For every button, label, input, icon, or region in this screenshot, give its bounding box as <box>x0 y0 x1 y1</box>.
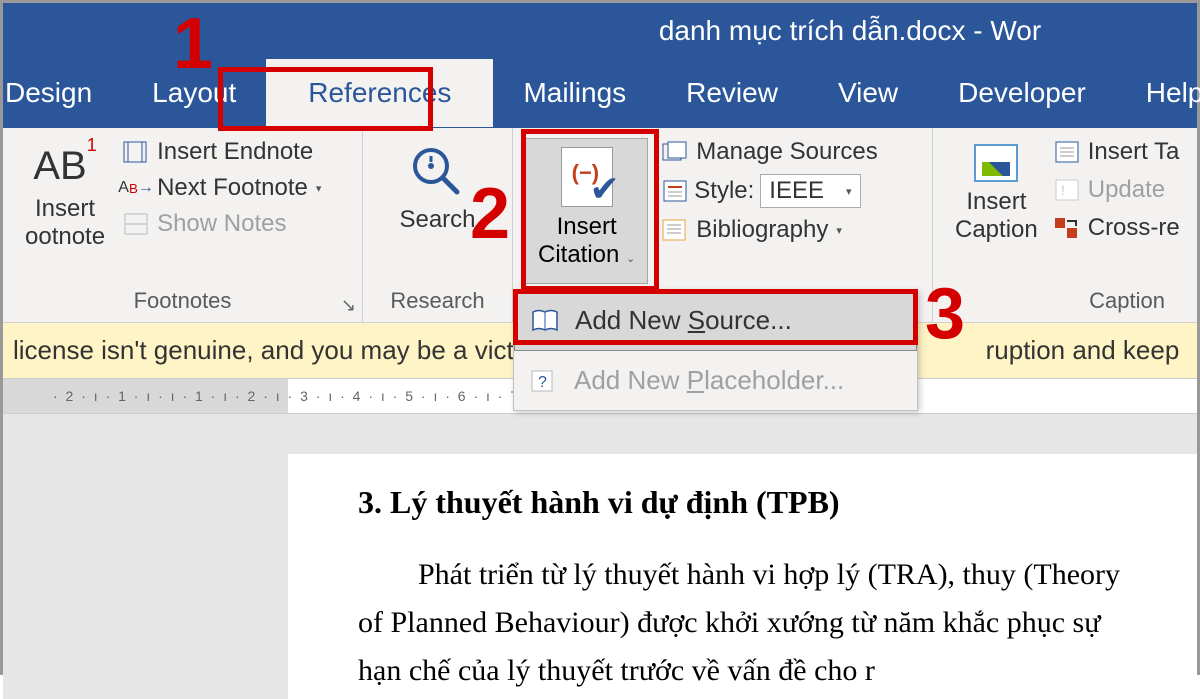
search-label: Search <box>399 206 475 234</box>
manage-sources-button[interactable]: Manage Sources <box>662 138 877 166</box>
chevron-down-icon: ⌄ <box>626 253 635 265</box>
table-figures-icon <box>1054 140 1080 164</box>
insert-endnote-button[interactable]: Insert Endnote <box>123 138 321 166</box>
style-label: Style: <box>694 177 754 205</box>
chevron-down-icon: ▾ <box>846 185 852 198</box>
svg-text:?: ? <box>538 374 547 391</box>
insert-table-figures-button[interactable]: Insert Ta <box>1054 138 1180 166</box>
tab-design[interactable]: Design <box>3 59 122 127</box>
add-new-source-item[interactable]: Add New Source... <box>514 290 917 351</box>
footnote-icon: AB1 <box>33 144 96 189</box>
document-heading: 3. Lý thuyết hành vi dự định (TPB) <box>358 484 1127 521</box>
show-notes-button[interactable]: Show Notes <box>123 210 321 238</box>
tab-layout[interactable]: Layout <box>122 59 266 127</box>
citation-style-selector[interactable]: Style: IEEE ▾ <box>662 174 877 208</box>
caption-icon <box>974 144 1018 182</box>
update-label: Update <box>1088 176 1165 204</box>
insert-citation-label2: Citation <box>538 241 619 268</box>
next-footnote-label: Next Footnote <box>157 174 308 202</box>
endnote-icon <box>123 140 149 164</box>
tab-help[interactable]: Help <box>1116 59 1200 127</box>
insert-citation-dropdown: Add New Source... ? Add New Placeholder.… <box>513 289 918 411</box>
warning-text-right: ruption and keep <box>986 335 1180 365</box>
insert-caption-label1: Insert <box>966 188 1026 215</box>
bibliography-button[interactable]: Bibliography ▾ <box>662 216 877 244</box>
tab-developer[interactable]: Developer <box>928 59 1116 127</box>
tab-view[interactable]: View <box>808 59 928 127</box>
manage-sources-icon <box>662 140 688 164</box>
next-footnote-button[interactable]: AB→ Next Footnote ▾ <box>123 174 321 202</box>
book-icon <box>531 309 559 333</box>
bibliography-icon <box>662 218 688 242</box>
style-dropdown[interactable]: IEEE ▾ <box>760 174 860 208</box>
add-new-placeholder-label: Add New Placeholder... <box>574 365 844 396</box>
ribbon-tabs: Design Layout References Mailings Review… <box>3 58 1197 128</box>
cross-ref-label: Cross-re <box>1088 214 1180 242</box>
insert-citation-label1: Insert <box>557 213 617 240</box>
placeholder-icon: ? <box>530 369 558 393</box>
footnotes-launcher-icon[interactable]: ↘ <box>341 295 356 316</box>
insert-caption-button[interactable]: InsertCaption <box>945 138 1048 284</box>
insert-footnote-label1: Insert <box>35 195 95 222</box>
group-captions-label: Caption <box>945 284 1185 318</box>
svg-text:!: ! <box>1061 182 1065 198</box>
manage-sources-label: Manage Sources <box>696 138 877 166</box>
group-research-label: Research <box>375 284 500 318</box>
insert-table-figures-label: Insert Ta <box>1088 138 1180 166</box>
insert-footnote-label2: ootnote <box>25 223 105 250</box>
update-table-button[interactable]: ! Update <box>1054 176 1180 204</box>
document-area: 3. Lý thuyết hành vi dự định (TPB) Phát … <box>3 414 1197 699</box>
tab-references[interactable]: References <box>266 59 493 127</box>
cross-ref-icon <box>1054 216 1080 240</box>
tab-mailings[interactable]: Mailings <box>493 59 656 127</box>
next-footnote-icon: AB→ <box>123 176 149 200</box>
insert-citation-button[interactable]: (−) ✔ Insert Citation ⌄ <box>525 138 648 284</box>
title-bar: danh mục trích dẫn.docx - Wor <box>3 3 1197 58</box>
group-research: Search Research <box>363 128 513 322</box>
document-title: danh mục trích dẫn.docx - Wor <box>659 15 1041 47</box>
show-notes-label: Show Notes <box>157 210 286 238</box>
update-icon: ! <box>1054 178 1080 202</box>
warning-text-left: license isn't genuine, and you may be a … <box>13 335 541 365</box>
citation-icon: (−) ✔ <box>561 147 613 207</box>
add-new-source-label: Add New Source... <box>575 305 792 336</box>
chevron-down-icon: ▾ <box>836 224 842 237</box>
add-new-placeholder-item[interactable]: ? Add New Placeholder... <box>514 351 917 410</box>
insert-caption-label2: Caption <box>955 216 1038 243</box>
style-value: IEEE <box>769 177 824 205</box>
cross-reference-button[interactable]: Cross-re <box>1054 214 1180 242</box>
insert-endnote-label: Insert Endnote <box>157 138 313 166</box>
group-footnotes-label: Footnotes <box>15 284 350 318</box>
chevron-down-icon: ▾ <box>316 182 322 195</box>
insert-footnote-button[interactable]: AB1 Insertootnote <box>15 138 115 284</box>
group-captions: InsertCaption Insert Ta ! Update <box>933 128 1197 322</box>
document-page[interactable]: 3. Lý thuyết hành vi dự định (TPB) Phát … <box>288 454 1197 699</box>
bibliography-label: Bibliography <box>696 216 828 244</box>
group-footnotes: AB1 Insertootnote Insert Endnote AB→ Nex… <box>3 128 363 322</box>
search-icon <box>409 144 465 200</box>
tab-review[interactable]: Review <box>656 59 808 127</box>
show-notes-icon <box>123 212 149 236</box>
document-paragraph: Phát triển từ lý thuyết hành vi hợp lý (… <box>358 551 1127 695</box>
search-button[interactable]: Search <box>389 138 485 284</box>
style-icon <box>662 179 688 203</box>
